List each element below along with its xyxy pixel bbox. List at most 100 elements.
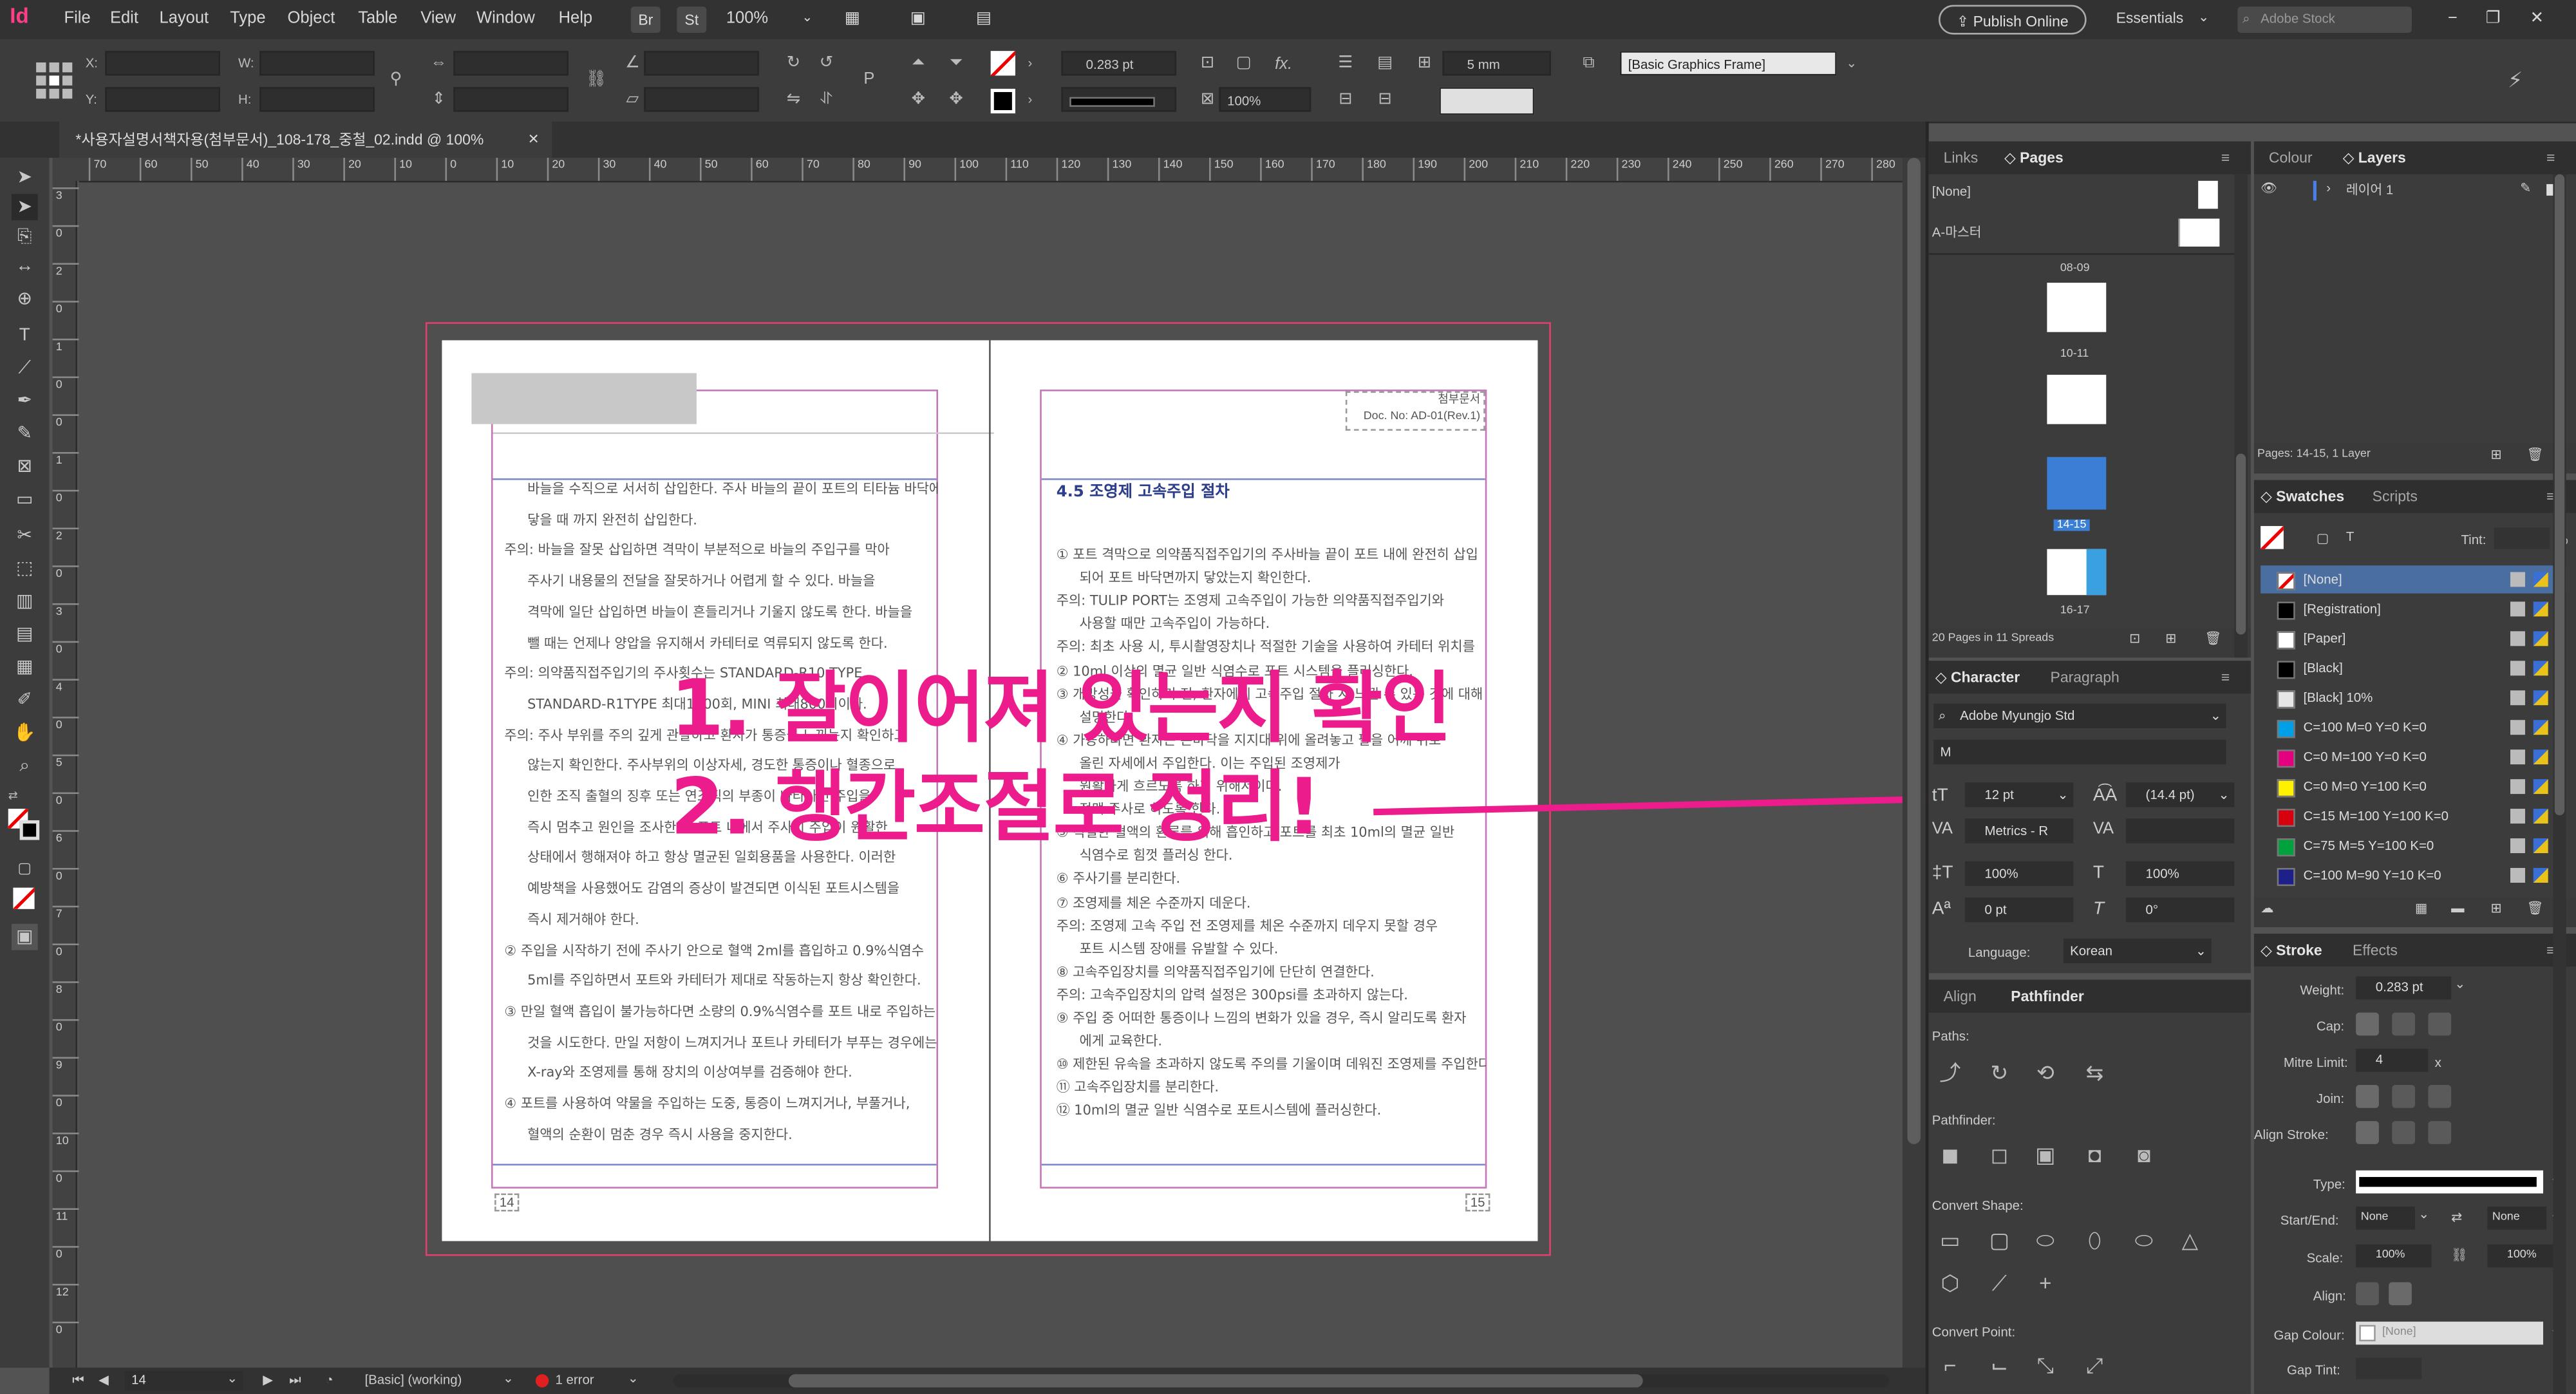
new-color-group-icon[interactable]: ▦ [2415,901,2427,916]
convert-orthogonal-line-icon[interactable]: + [2034,1272,2057,1295]
delete-page-icon[interactable]: 🗑 [2205,631,2221,646]
end-arrow-field[interactable]: None [2487,1206,2547,1230]
tab-swatches[interactable]: ◇ Swatches [2261,488,2344,506]
swatch-row[interactable]: [Registration] [2261,595,2566,623]
chevron-down-icon[interactable]: ⌄ [2210,704,2221,728]
swatch-fill-none-icon[interactable] [2261,525,2284,549]
reverse-path-icon[interactable]: ⇆ [2083,1061,2107,1085]
a-master-thumb[interactable] [2178,218,2220,247]
butt-cap-icon[interactable] [2356,1012,2379,1036]
weight-field[interactable]: 0.283 pt [2356,976,2452,1000]
convert-triangle-icon[interactable]: △ [2179,1229,2202,1253]
convert-inverse-rounded-icon[interactable]: ⬯ [2083,1229,2107,1253]
tab-scripts[interactable]: Scripts [2373,488,2418,505]
gap-colour-field[interactable]: [None] [2356,1321,2544,1345]
layer-row[interactable]: 👁 › 레이어 1 ✎ [2254,178,2560,204]
expand-layer-icon[interactable]: › [2326,181,2331,196]
visibility-eye-icon[interactable]: 👁 [2261,181,2277,196]
first-page-icon[interactable]: ⏮ [72,1373,84,1389]
swatch-row[interactable]: [Paper] [2261,625,2566,652]
align-center-stroke-icon[interactable] [2356,1121,2379,1144]
tab-character[interactable]: ◇ Character [1935,669,2020,687]
arrow-align-outside-icon[interactable] [2356,1282,2379,1306]
master-label[interactable]: [Basic] (working) [364,1373,462,1388]
tab-paragraph[interactable]: Paragraph [2051,669,2120,686]
plain-point-icon[interactable]: ⌐ [1939,1353,1962,1378]
pages-panel-scrollbar[interactable] [2234,174,2248,658]
delete-swatch-icon[interactable]: 🗑 [2527,901,2544,916]
align-inside-stroke-icon[interactable] [2392,1121,2415,1144]
kerning-field[interactable]: Metrics - R [1964,818,2074,843]
spread-thumb-14-15[interactable] [2047,457,2107,510]
scale-end-field[interactable]: 100% [2487,1244,2563,1268]
spread-thumb-16-17[interactable] [2047,549,2107,596]
chevron-down-icon[interactable]: ⌄ [2057,782,2068,807]
skew-field[interactable]: 0° [2125,897,2235,923]
next-page-icon[interactable]: ▶ [263,1373,273,1388]
page-size-icon[interactable]: ⊡ [2129,631,2140,646]
new-layer-icon[interactable]: ⊞ [2490,447,2501,462]
new-page-icon[interactable]: ⊞ [2165,631,2176,646]
swatch-row[interactable]: C=75 M=5 Y=100 K=0 [2261,832,2566,860]
tab-pages[interactable]: ◇ Pages [2004,149,2064,167]
horizontal-scroll-thumb[interactable] [788,1374,1643,1388]
miter-field[interactable]: 4 [2356,1048,2429,1072]
tint-field[interactable] [2494,527,2550,549]
convert-ellipse-icon[interactable]: ⬭ [2132,1229,2156,1253]
a-master-label[interactable]: A-마스터 [1932,223,1982,241]
join-path-icon[interactable]: ⤴ [1939,1061,1962,1085]
font-size-field[interactable]: 12 pt ⌄ [1964,782,2074,807]
layer-name[interactable]: 레이어 1 [2346,181,2393,199]
tab-colour[interactable]: Colour [2269,149,2313,166]
font-style-field[interactable]: M [1933,739,2226,765]
panel-menu-icon[interactable]: ≡ [2221,149,2230,166]
swatch-row[interactable]: C=15 M=100 Y=100 K=0 [2261,802,2566,830]
add-shape-icon[interactable]: ◼ [1939,1144,1962,1167]
preflight-profile-icon[interactable]: ◔ [325,1373,333,1388]
panel-column-scrollbar[interactable] [2553,174,2566,1394]
projecting-cap-icon[interactable] [2428,1012,2452,1036]
chevron-down-icon[interactable]: ⌄ [227,1371,238,1386]
exclude-overlap-icon[interactable]: ◘ [2083,1144,2107,1167]
folder-icon[interactable]: ▬ [2451,901,2464,916]
swatch-row[interactable]: C=0 M=100 Y=0 K=0 [2261,743,2566,771]
chevron-down-icon[interactable]: ⌄ [628,1371,639,1386]
convert-line-icon[interactable]: ⟋ [1988,1272,2011,1295]
chevron-down-icon[interactable]: ⌄ [2454,976,2465,991]
tab-layers[interactable]: ◇ Layers [2343,149,2406,167]
smooth-point-icon[interactable]: ⤡ [2034,1353,2057,1378]
start-arrow-field[interactable]: None [2356,1206,2415,1230]
baseline-shift-field[interactable]: 0 pt [1964,897,2074,923]
chevron-down-icon[interactable]: ⌄ [2195,939,2206,963]
convert-polygon-icon[interactable]: ⬡ [1939,1272,1962,1295]
swatch-row[interactable]: C=100 M=0 Y=0 K=0 [2261,713,2566,741]
swap-arrows-icon[interactable]: ⇄ [2451,1210,2462,1225]
swatch-format-text-icon[interactable]: T [2346,529,2354,544]
gap-tint-field[interactable] [2356,1357,2422,1379]
chevron-down-icon[interactable]: ⌄ [2219,782,2230,807]
stroke-type-field[interactable] [2356,1170,2544,1194]
chevron-down-icon[interactable]: ⌄ [2418,1207,2429,1221]
tab-links[interactable]: Links [1944,149,1979,166]
vertical-scroll-thumb[interactable] [1907,158,1921,1144]
tracking-field[interactable] [2125,818,2235,843]
panel-menu-icon[interactable]: ≡ [2221,669,2230,686]
edit-pencil-icon[interactable]: ✎ [2520,181,2531,196]
miter-join-icon[interactable] [2356,1084,2379,1108]
minus-back-icon[interactable]: ◙ [2132,1144,2156,1167]
chevron-down-icon[interactable]: ⌄ [503,1371,514,1386]
intersect-shape-icon[interactable]: ▣ [2034,1144,2057,1167]
convert-rectangle-icon[interactable]: ▭ [1939,1229,1962,1253]
swatch-row[interactable]: [Black] 10% [2261,684,2566,711]
bevel-join-icon[interactable] [2428,1084,2452,1108]
panel-menu-icon[interactable]: ≡ [2546,149,2555,166]
horizontal-scale-field[interactable]: 100% [2125,861,2235,887]
vertical-scale-field[interactable]: 100% [1964,861,2074,887]
show-all-swatches-icon[interactable]: ☁ [2261,901,2273,916]
align-outside-stroke-icon[interactable] [2428,1121,2452,1144]
delete-layer-icon[interactable]: 🗑 [2527,447,2544,462]
panel-scroll-thumb[interactable] [2554,174,2565,816]
tab-align[interactable]: Align [1944,988,1977,1004]
spread-thumb-08-09[interactable] [2047,283,2107,332]
scale-start-field[interactable]: 100% [2356,1244,2432,1268]
